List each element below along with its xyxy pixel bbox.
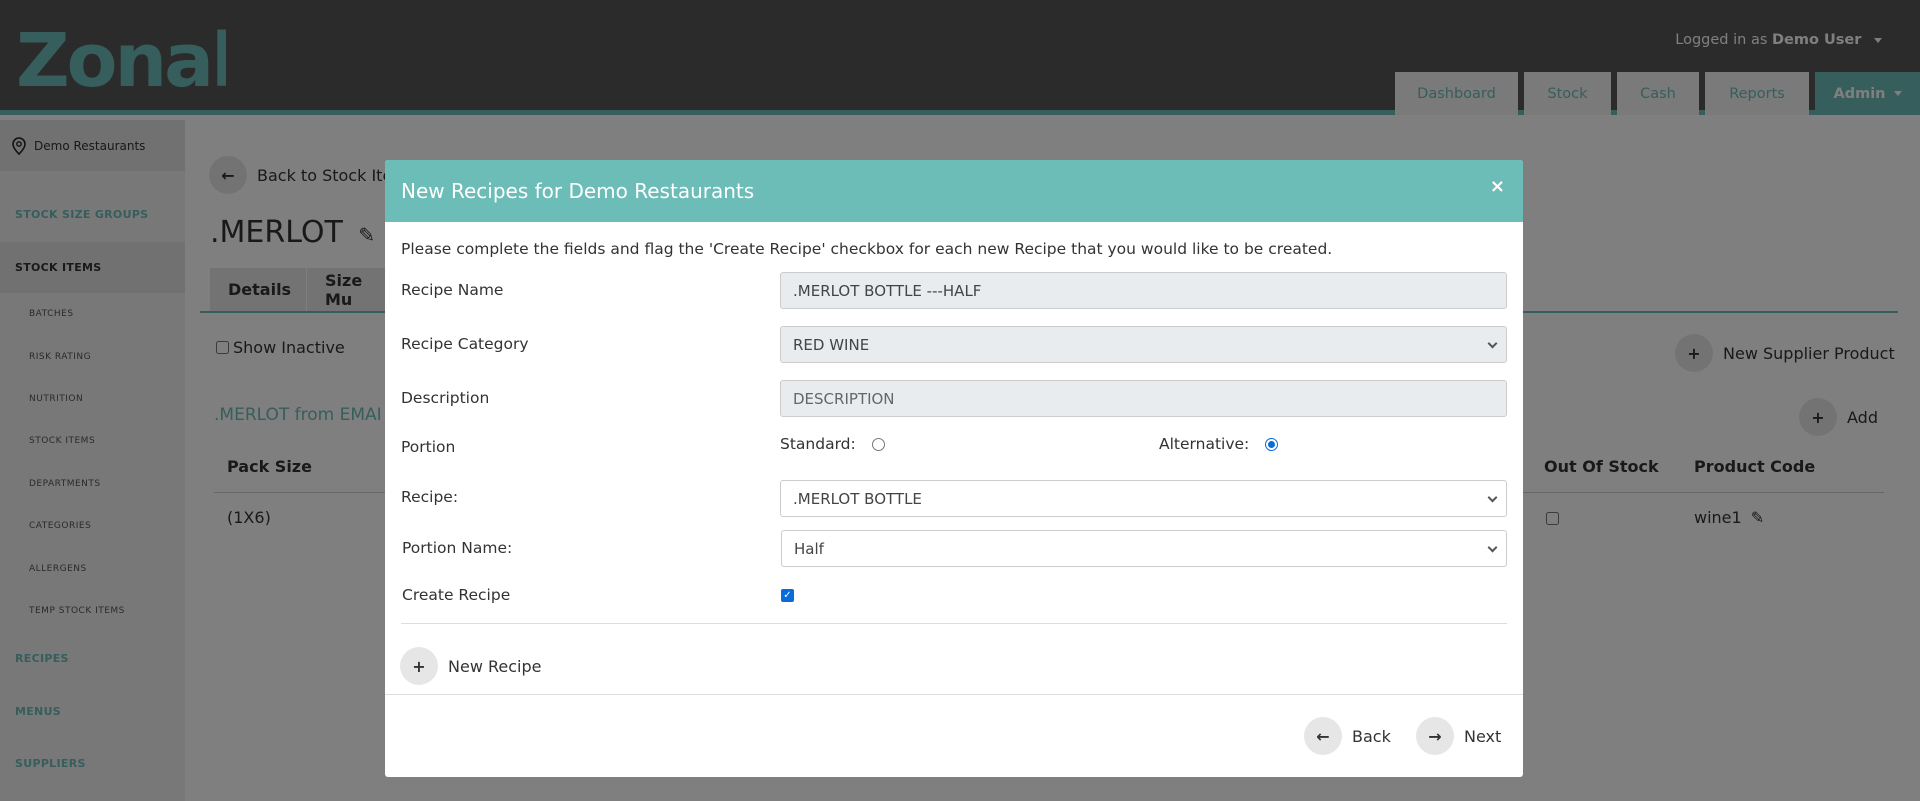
modal-title: New Recipes for Demo Restaurants (401, 179, 755, 203)
arrow-right-icon: → (1416, 717, 1454, 755)
description-input[interactable]: DESCRIPTION (780, 380, 1507, 417)
recipe-label: Recipe: (401, 488, 459, 506)
alternative-radio-group[interactable]: Alternative: (1159, 435, 1279, 453)
chevron-down-icon (1487, 542, 1498, 553)
recipe-name-label: Recipe Name (401, 281, 504, 299)
new-recipe-label: New Recipe (448, 656, 542, 676)
recipe-value: .MERLOT BOTTLE (793, 489, 922, 508)
chevron-down-icon (1487, 338, 1498, 349)
next-label: Next (1464, 726, 1502, 746)
close-icon[interactable]: × (1490, 176, 1505, 197)
chevron-down-icon (1487, 492, 1498, 503)
portion-name-value: Half (794, 539, 824, 558)
description-placeholder: DESCRIPTION (793, 389, 895, 408)
back-label: Back (1352, 726, 1391, 746)
description-label: Description (401, 389, 490, 407)
portion-name-label: Portion Name: (402, 539, 513, 557)
recipe-name-value: .MERLOT BOTTLE ---HALF (793, 281, 982, 300)
recipe-category-label: Recipe Category (401, 335, 529, 353)
next-button[interactable]: → Next (1416, 717, 1501, 755)
instructions-text: Please complete the fields and flag the … (401, 240, 1333, 258)
recipe-category-select[interactable]: RED WINE (780, 326, 1507, 363)
plus-icon: + (400, 647, 438, 685)
modal-header: New Recipes for Demo Restaurants × (385, 160, 1523, 222)
arrow-left-icon: ← (1304, 717, 1342, 755)
form-divider (401, 623, 1507, 624)
portion-name-select[interactable]: Half (781, 530, 1507, 567)
back-button[interactable]: ← Back (1304, 717, 1391, 755)
alternative-radio[interactable] (1265, 437, 1279, 451)
new-recipe-button[interactable]: + New Recipe (400, 647, 541, 685)
alternative-label: Alternative: (1159, 435, 1250, 453)
standard-radio-group[interactable]: Standard: (780, 435, 885, 453)
recipe-category-value: RED WINE (793, 335, 870, 354)
create-recipe-label: Create Recipe (402, 586, 511, 604)
standard-label: Standard: (780, 435, 856, 453)
recipe-name-input[interactable]: .MERLOT BOTTLE ---HALF (780, 272, 1507, 309)
recipe-select[interactable]: .MERLOT BOTTLE (780, 480, 1507, 517)
portion-label: Portion (401, 438, 456, 456)
footer-divider (385, 694, 1523, 695)
standard-radio[interactable] (871, 437, 885, 451)
new-recipes-modal: New Recipes for Demo Restaurants × Pleas… (385, 160, 1523, 777)
create-recipe-checkbox[interactable]: ✓ (781, 589, 794, 602)
